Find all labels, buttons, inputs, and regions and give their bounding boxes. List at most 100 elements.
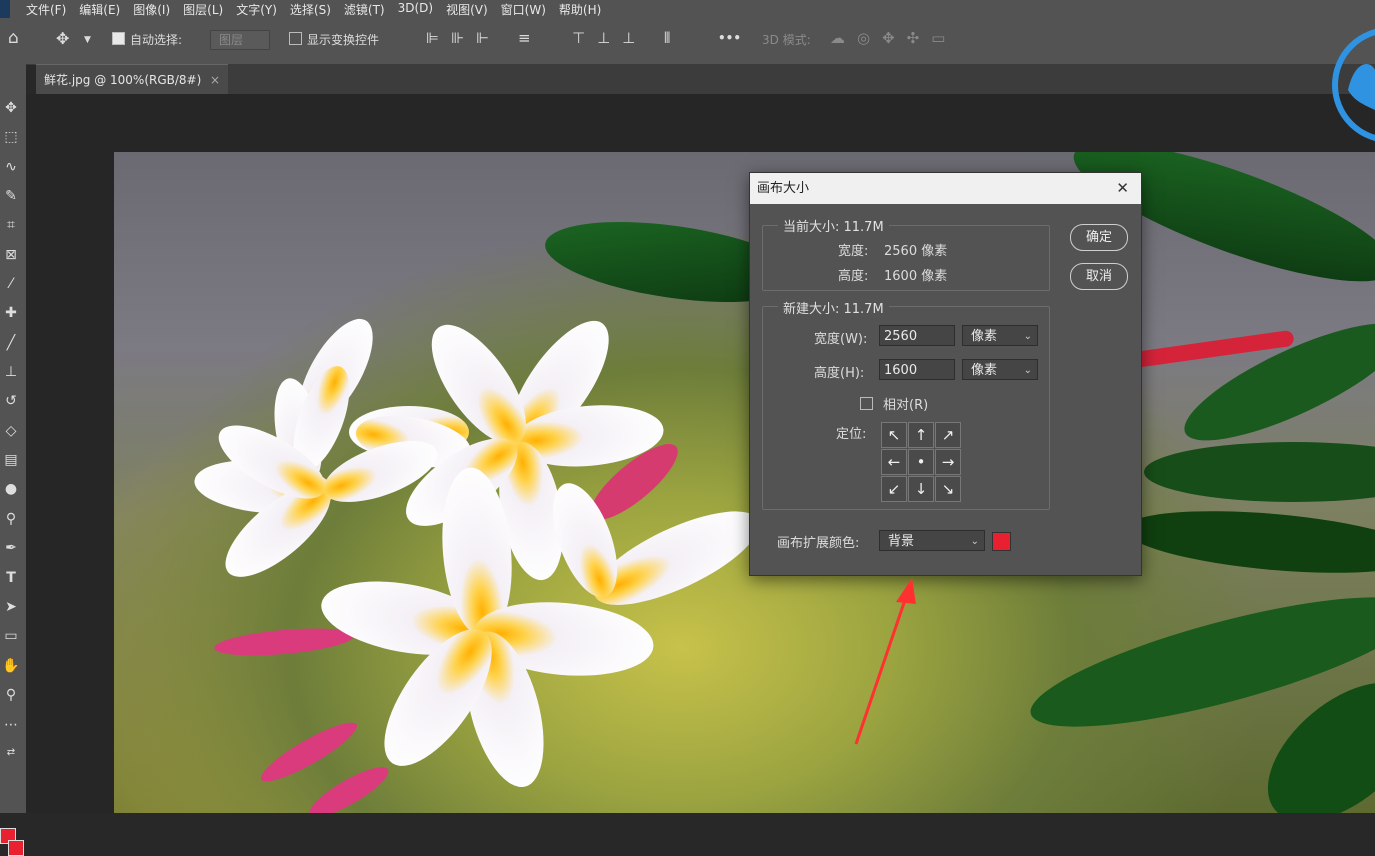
- chevron-down-icon: ⌄: [970, 536, 979, 547]
- path-select-tool-icon[interactable]: ➤: [0, 596, 22, 618]
- tab-label: 鲜花.jpg @ 100%(RGB/8#): [44, 73, 202, 87]
- tab-document[interactable]: 鲜花.jpg @ 100%(RGB/8#) ×: [36, 64, 228, 94]
- anchor-top-right-arrow-icon[interactable]: ↗: [935, 422, 961, 448]
- photoshop-logo-icon: [0, 0, 10, 18]
- new-size-legend: 新建大小: 11.7M: [778, 298, 889, 317]
- background-color-swatch[interactable]: [8, 840, 24, 856]
- zoom-tool-icon[interactable]: ⚲: [0, 684, 22, 706]
- menu-item[interactable]: 3D(D): [398, 1, 433, 18]
- new-width-label: 宽度(W):: [814, 332, 868, 347]
- move-tool-icon[interactable]: ✥: [0, 97, 22, 119]
- anchor-center-dot-icon[interactable]: •: [908, 449, 934, 475]
- options-bar: ⌂ ✥ ▼ 自动选择: 图层 显示变换控件 ⊫⊪⊩ ≡ ⊤⊥⊥ ⫴ ••• 3D…: [0, 18, 1375, 65]
- anchor-top-arrow-icon[interactable]: ↑: [908, 422, 934, 448]
- menu-items: 文件(F) 编辑(E) 图像(I) 图层(L) 文字(Y) 选择(S) 滤镜(T) 3D(D)…: [26, 1, 614, 18]
- tool-preset-chevron-down-icon[interactable]: ▼: [84, 35, 91, 45]
- dialog-title: 画布大小: [757, 181, 810, 196]
- extension-color-select[interactable]: 背景 ⌄: [879, 530, 985, 551]
- chevron-down-icon: ⌄: [1023, 365, 1032, 376]
- document-tab-bar: 鲜花.jpg @ 100%(RGB/8#) ×: [36, 64, 1375, 94]
- anchor-bottom-arrow-icon[interactable]: ↓: [908, 476, 934, 502]
- lasso-tool-icon[interactable]: ∿: [0, 156, 22, 178]
- dialog-close-icon[interactable]: ✕: [1116, 173, 1129, 204]
- relative-checkbox[interactable]: 相对(R): [860, 394, 928, 413]
- new-height-input[interactable]: 1600: [879, 359, 955, 380]
- tools-panel: ✥ ⬚ ∿ ✎ ⌗ ⊠ ⁄ ✚ ╱ ⊥ ↺ ◇ ▤ ● ⚲ ✒ T ➤ ▭ ✋ …: [0, 64, 26, 856]
- menu-item[interactable]: 文件(F): [26, 1, 66, 18]
- anchor-top-left-arrow-icon[interactable]: ↖: [881, 422, 907, 448]
- menu-item[interactable]: 编辑(E): [79, 1, 120, 18]
- height-unit-value: 像素: [971, 363, 998, 378]
- history-brush-tool-icon[interactable]: ↺: [0, 390, 22, 412]
- menu-item[interactable]: 文字(Y): [236, 1, 277, 18]
- menu-item[interactable]: 图层(L): [183, 1, 223, 18]
- menu-bar: 文件(F) 编辑(E) 图像(I) 图层(L) 文字(Y) 选择(S) 滤镜(T) 3D(D)…: [0, 0, 1375, 18]
- chevron-down-icon: ⌄: [1023, 331, 1032, 342]
- menu-item[interactable]: 选择(S): [290, 1, 331, 18]
- current-width-value: 2560 像素: [884, 244, 948, 259]
- rectangle-tool-icon[interactable]: ▭: [0, 625, 22, 647]
- auto-select-label: 自动选择:: [130, 33, 183, 47]
- anchor-grid[interactable]: ↖ ↑ ↗ ← • → ↙ ↓ ↘: [881, 422, 962, 503]
- height-unit-select[interactable]: 像素 ⌄: [962, 359, 1038, 380]
- anchor-right-arrow-icon[interactable]: →: [935, 449, 961, 475]
- menu-item[interactable]: 滤镜(T): [344, 1, 385, 18]
- new-height-label: 高度(H):: [814, 366, 865, 381]
- width-unit-value: 像素: [971, 329, 998, 344]
- menu-item[interactable]: 图像(I): [133, 1, 170, 18]
- ok-button[interactable]: 确定: [1070, 224, 1128, 251]
- width-unit-select[interactable]: 像素 ⌄: [962, 325, 1038, 346]
- layer-dropdown-value: 图层: [210, 30, 270, 50]
- edit-toolbar-icon[interactable]: ⋯: [0, 714, 22, 736]
- blur-tool-icon[interactable]: ●: [0, 478, 22, 500]
- clone-stamp-tool-icon[interactable]: ⊥: [0, 361, 22, 383]
- menu-item[interactable]: 窗口(W): [501, 1, 546, 18]
- distribute-icons[interactable]: ⊤⊥⊥ ⫴: [572, 29, 682, 47]
- swap-colors-icon[interactable]: ⇄: [0, 742, 22, 764]
- auto-select-checkbox[interactable]: 自动选择:: [112, 31, 182, 48]
- auto-select-target-dropdown[interactable]: 图层: [210, 30, 270, 50]
- frame-tool-icon[interactable]: ⊠: [0, 244, 22, 266]
- quick-select-tool-icon[interactable]: ✎: [0, 185, 22, 207]
- anchor-bottom-left-arrow-icon[interactable]: ↙: [881, 476, 907, 502]
- annotation-arrow-icon: [854, 578, 916, 745]
- canvas-size-dialog: 画布大小 ✕ 当前大小: 11.7M 宽度: 2560 像素 高度: 1600 …: [749, 172, 1142, 576]
- current-size-legend: 当前大小: 11.7M: [778, 216, 889, 235]
- gradient-tool-icon[interactable]: ▤: [0, 449, 22, 471]
- hand-tool-icon[interactable]: ✋: [0, 655, 22, 677]
- anchor-bottom-right-arrow-icon[interactable]: ↘: [935, 476, 961, 502]
- extension-color-label: 画布扩展颜色:: [777, 536, 860, 551]
- marquee-tool-icon[interactable]: ⬚: [0, 126, 22, 148]
- current-height-label: 高度:: [838, 269, 869, 284]
- show-transform-checkbox[interactable]: 显示变换控件: [289, 31, 379, 48]
- home-icon[interactable]: ⌂: [8, 28, 19, 48]
- align-icons[interactable]: ⊫⊪⊩ ≡: [426, 29, 543, 47]
- move-tool-icon[interactable]: ✥: [56, 29, 69, 48]
- crop-tool-icon[interactable]: ⌗: [0, 214, 22, 236]
- checkbox-unchecked-icon: [860, 397, 873, 410]
- eyedropper-tool-icon[interactable]: ⁄: [0, 273, 22, 295]
- anchor-left-arrow-icon[interactable]: ←: [881, 449, 907, 475]
- extension-color-swatch[interactable]: [992, 532, 1011, 551]
- 3d-mode-icons[interactable]: ☁◎✥✣▭: [830, 29, 957, 47]
- tab-close-icon[interactable]: ×: [210, 65, 220, 95]
- pen-tool-icon[interactable]: ✒: [0, 537, 22, 559]
- checkbox-unchecked-icon: [289, 32, 302, 45]
- 3d-mode-label: 3D 模式:: [762, 33, 811, 47]
- type-tool-icon[interactable]: T: [0, 567, 22, 589]
- flower-photo-illustration: [194, 152, 1375, 813]
- dodge-tool-icon[interactable]: ⚲: [0, 508, 22, 530]
- checkbox-checked-icon: [112, 32, 125, 45]
- extension-color-value: 背景: [888, 534, 915, 549]
- new-width-input[interactable]: 2560: [879, 325, 955, 346]
- menu-item[interactable]: 视图(V): [446, 1, 488, 18]
- cancel-button[interactable]: 取消: [1070, 263, 1128, 290]
- eraser-tool-icon[interactable]: ◇: [0, 420, 22, 442]
- brush-tool-icon[interactable]: ╱: [0, 332, 22, 354]
- dialog-title-bar: 画布大小 ✕: [750, 173, 1141, 204]
- flower-photo[interactable]: [114, 152, 1375, 813]
- healing-brush-tool-icon[interactable]: ✚: [0, 302, 22, 324]
- relative-label: 相对(R): [883, 398, 929, 413]
- menu-item[interactable]: 帮助(H): [559, 1, 601, 18]
- more-options-button[interactable]: •••: [718, 31, 741, 45]
